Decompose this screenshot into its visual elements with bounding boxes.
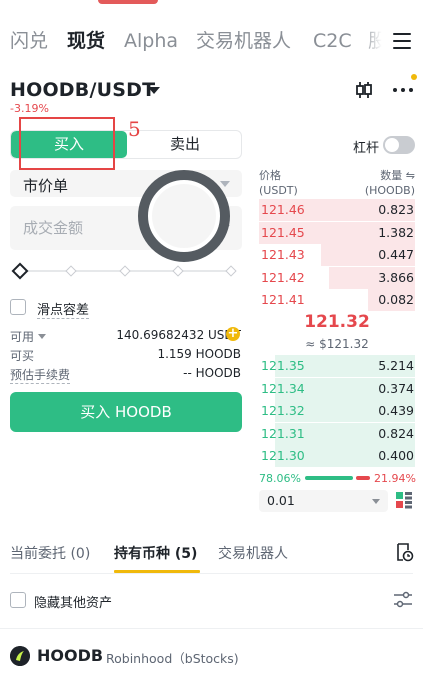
precision-value: 0.01 xyxy=(267,493,295,508)
order-price: 121.45 xyxy=(261,224,305,240)
order-price: 121.42 xyxy=(261,269,305,285)
bid-row[interactable]: 121.31 0.824 xyxy=(259,422,415,445)
annotation-highlight-box xyxy=(19,117,115,170)
asset-symbol[interactable]: HOODB xyxy=(37,646,103,665)
bid-row[interactable]: 121.34 0.374 xyxy=(259,377,415,400)
hide-other-assets-checkbox[interactable] xyxy=(10,592,26,608)
nav-tab-flash-swap[interactable]: 闪兑 xyxy=(10,26,48,56)
last-price: 121.32 xyxy=(304,312,370,332)
order-qty: 0.374 xyxy=(378,380,414,396)
order-book-layout-icon[interactable] xyxy=(395,491,413,509)
fee-value: -- HOODB xyxy=(183,366,241,380)
slider-tick-50[interactable] xyxy=(119,265,131,277)
annotation-number: 5 xyxy=(128,117,141,141)
buy-ratio: 78.06% xyxy=(259,472,301,485)
fee-label: 预估手续费 xyxy=(10,368,71,384)
filter-settings-icon[interactable] xyxy=(393,591,413,609)
slippage-label: 滑点容差 xyxy=(37,299,90,319)
order-price: 121.46 xyxy=(261,202,305,217)
hoodb-coin-icon xyxy=(10,646,30,666)
order-qty: 1.382 xyxy=(378,224,414,240)
more-options-icon[interactable] xyxy=(393,88,413,94)
divider xyxy=(10,573,413,574)
add-funds-icon[interactable]: + xyxy=(226,327,240,341)
available-value: 140.69682432 USDT xyxy=(116,328,241,342)
ask-row[interactable]: 121.43 0.447 xyxy=(259,244,415,266)
order-price: 121.43 xyxy=(261,247,305,262)
order-price: 121.35 xyxy=(261,358,305,373)
divider xyxy=(0,628,423,629)
chevron-down-icon xyxy=(220,181,230,187)
slippage-checkbox[interactable] xyxy=(10,299,26,315)
nav-tab-alpha[interactable]: Alpha xyxy=(124,26,178,56)
touch-indicator-ring xyxy=(138,170,230,262)
can-buy-value: 1.159 HOODB xyxy=(157,347,241,361)
slider-tick-25[interactable] xyxy=(65,265,77,277)
order-qty: 3.866 xyxy=(378,269,414,285)
chevron-down-icon xyxy=(372,499,380,504)
can-buy-label: 可买 xyxy=(10,349,35,363)
slider-handle[interactable] xyxy=(11,262,29,280)
asset-name: Robinhood（bStocks) xyxy=(106,651,239,666)
precision-select[interactable]: 0.01 xyxy=(259,490,388,512)
order-qty: 0.824 xyxy=(378,425,414,441)
price-change: -3.19% xyxy=(10,102,49,115)
bid-row[interactable]: 121.30 0.400 xyxy=(259,445,415,467)
order-qty: 0.082 xyxy=(378,292,414,307)
nav-tab-spot[interactable]: 现货 xyxy=(67,26,105,56)
order-price: 121.41 xyxy=(261,292,305,307)
order-qty: 5.214 xyxy=(378,358,414,373)
bid-row[interactable]: 121.35 5.214 xyxy=(259,355,415,377)
nav-fade xyxy=(362,26,390,56)
buy-ratio-bar xyxy=(305,476,353,480)
buy-submit-button[interactable]: 买入 HOODB xyxy=(10,392,242,432)
order-qty: 0.439 xyxy=(378,403,414,418)
pair-selector[interactable]: HOODB/USDT xyxy=(10,79,155,101)
tab-open-orders[interactable]: 当前委托 (0) xyxy=(10,543,90,563)
nav-tab-c2c[interactable]: C2C xyxy=(313,26,352,56)
sell-ratio-bar xyxy=(356,476,370,480)
order-price: 121.32 xyxy=(261,403,305,418)
order-type-value: 市价单 xyxy=(23,177,69,195)
order-price: 121.31 xyxy=(261,425,305,441)
order-qty: 0.447 xyxy=(378,247,414,262)
top-nav: 闪兑 现货 Alpha 交易机器人 C2C 股 xyxy=(0,26,423,56)
slider-tick-100[interactable] xyxy=(225,265,237,277)
order-book-price-header: 价格 (USDT) xyxy=(259,169,298,197)
toggle-knob xyxy=(385,138,399,152)
hide-other-assets-label: 隐藏其他资产 xyxy=(34,596,113,611)
ask-row[interactable]: 121.42 3.866 xyxy=(259,266,415,289)
slider-tick-75[interactable] xyxy=(172,265,184,277)
leverage-toggle[interactable] xyxy=(383,136,415,154)
tab-trading-bots[interactable]: 交易机器人 xyxy=(218,543,288,563)
order-price: 121.34 xyxy=(261,380,305,396)
available-label[interactable]: 可用 xyxy=(10,328,47,345)
leverage-label: 杠杆 xyxy=(353,141,380,156)
nav-tab-trading-bots[interactable]: 交易机器人 xyxy=(196,26,291,56)
order-qty: 0.400 xyxy=(378,448,414,463)
order-history-icon[interactable] xyxy=(394,542,414,562)
sell-ratio: 21.94% xyxy=(374,472,416,485)
ask-row[interactable]: 121.46 0.823 xyxy=(259,199,415,221)
ask-row[interactable]: 121.41 0.082 xyxy=(259,289,415,311)
sell-tab[interactable]: 卖出 xyxy=(127,131,241,158)
order-book-qty-header[interactable]: 数量 ⇋ (HOODB) xyxy=(365,168,415,198)
order-qty: 0.823 xyxy=(378,202,414,217)
bid-row[interactable]: 121.32 0.439 xyxy=(259,400,415,422)
last-price-usd: ≈ $121.32 xyxy=(305,337,369,351)
notification-dot xyxy=(411,74,417,80)
chevron-down-icon[interactable] xyxy=(148,87,160,94)
order-price: 121.30 xyxy=(261,448,305,463)
candlestick-chart-icon[interactable] xyxy=(354,80,374,100)
menu-icon[interactable] xyxy=(393,33,411,49)
ask-row[interactable]: 121.45 1.382 xyxy=(259,221,415,244)
top-edge-accent xyxy=(98,0,158,4)
tab-holdings[interactable]: 持有币种 (5) xyxy=(114,543,197,563)
